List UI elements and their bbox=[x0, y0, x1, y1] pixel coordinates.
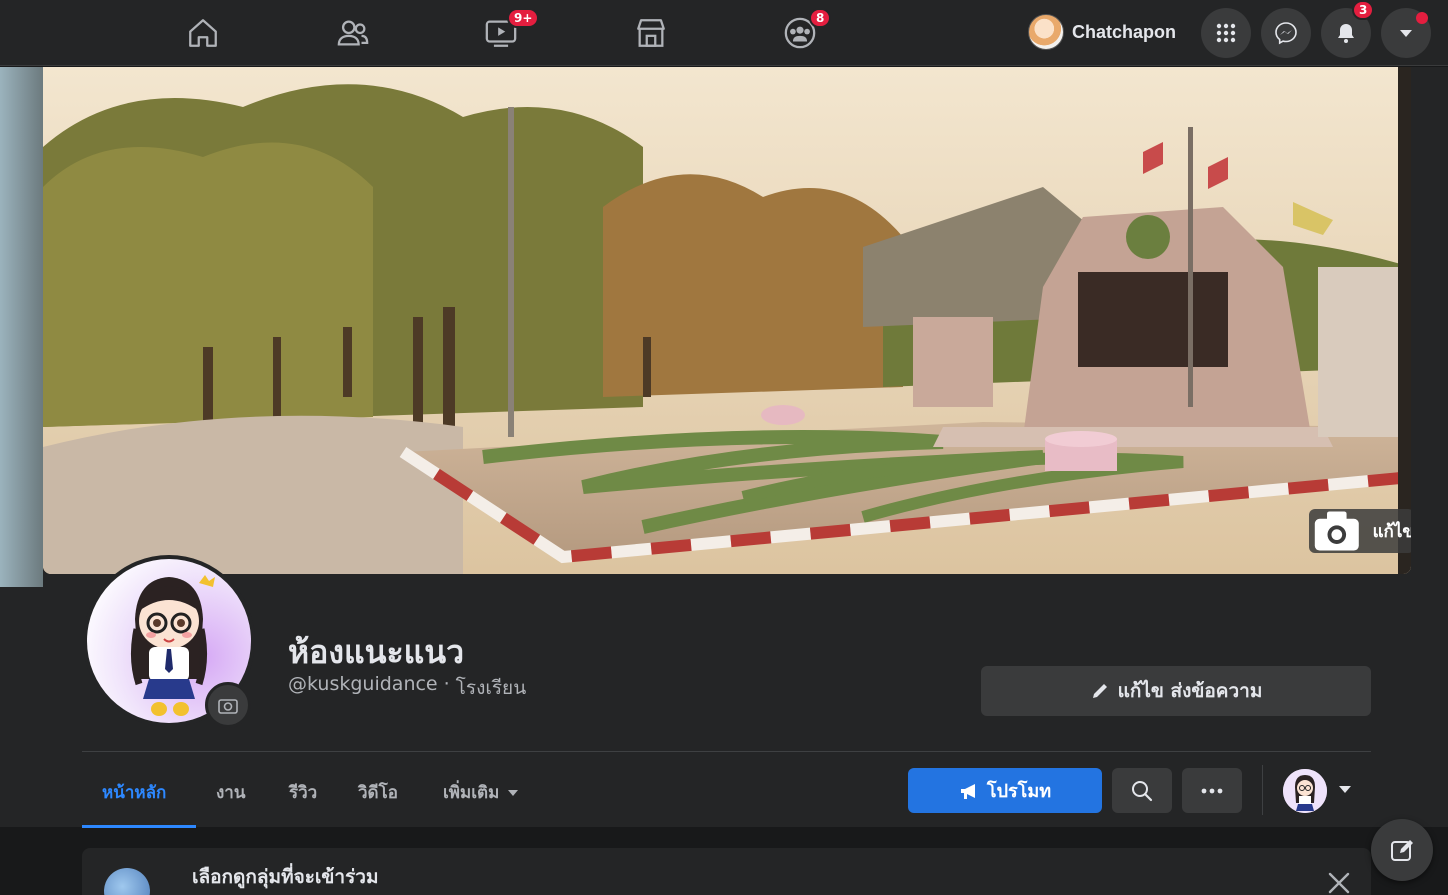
caret-down-icon bbox=[508, 789, 519, 796]
watch-nav-button[interactable] bbox=[446, 8, 556, 58]
cover-photo[interactable]: แก้ไข bbox=[43, 67, 1411, 574]
page-header: แก้ไข ห้องแนะแนว @kuskguidance · โรงเรีย… bbox=[0, 67, 1448, 828]
header-divider bbox=[82, 751, 1371, 752]
pencil-icon bbox=[1092, 684, 1107, 698]
home-icon bbox=[189, 19, 217, 47]
caret-down-icon[interactable] bbox=[1338, 783, 1352, 795]
notifications-badge: 3 bbox=[1352, 0, 1375, 20]
tab-reviews[interactable]: รีวิว bbox=[289, 779, 317, 806]
switch-profile-avatar[interactable] bbox=[1283, 769, 1327, 813]
bell-icon bbox=[1338, 24, 1354, 43]
watch-badge: 9+ bbox=[507, 8, 540, 28]
tab-home[interactable]: หน้าหลัก bbox=[102, 779, 166, 806]
compose-icon bbox=[1391, 840, 1413, 861]
camera-icon bbox=[1314, 511, 1359, 551]
actions-separator bbox=[1262, 765, 1263, 815]
ellipsis-icon bbox=[1201, 788, 1223, 793]
marketplace-icon bbox=[637, 19, 665, 47]
home-nav-button[interactable] bbox=[148, 8, 258, 58]
messenger-icon bbox=[1275, 22, 1297, 45]
top-navigation-bar: 9+ 8 Chatchapon 3 bbox=[0, 0, 1448, 66]
edit-send-message-button[interactable]: แก้ไข ส่งข้อความ bbox=[981, 666, 1371, 716]
groups-nav-button[interactable] bbox=[745, 8, 855, 58]
edit-profile-picture-button[interactable] bbox=[205, 682, 251, 728]
account-alert-dot bbox=[1416, 12, 1428, 24]
tab-more-label: เพิ่มเติม bbox=[443, 783, 500, 803]
tab-more[interactable]: เพิ่มเติม bbox=[443, 779, 519, 806]
friends-icon bbox=[337, 20, 369, 46]
friends-nav-button[interactable] bbox=[298, 8, 408, 58]
separator: · bbox=[443, 673, 450, 695]
cover-photo-image bbox=[43, 67, 1411, 574]
suggested-groups-card: เลือกดูกลุ่มที่จะเข้าร่วม bbox=[82, 848, 1371, 895]
page-subtitle: @kuskguidance · โรงเรียน bbox=[288, 673, 526, 703]
camera-icon bbox=[218, 699, 238, 714]
tab-videos[interactable]: วิดีโอ bbox=[358, 779, 398, 806]
search-icon bbox=[1132, 780, 1153, 801]
profile-shortcut[interactable]: Chatchapon bbox=[1028, 12, 1186, 52]
edit-cover-button[interactable]: แก้ไข bbox=[1309, 509, 1411, 553]
avatar bbox=[1283, 769, 1327, 813]
user-name: Chatchapon bbox=[1072, 21, 1177, 42]
more-options-button[interactable] bbox=[1182, 768, 1242, 813]
messenger-button[interactable] bbox=[1261, 8, 1311, 58]
tab-jobs[interactable]: งาน bbox=[216, 779, 245, 806]
marketplace-nav-button[interactable] bbox=[596, 8, 706, 58]
page-title: ห้องแนะแนว bbox=[288, 633, 465, 671]
promote-button[interactable]: โปรโมท bbox=[908, 768, 1102, 813]
edit-cover-label: แก้ไข bbox=[1372, 521, 1411, 542]
avatar bbox=[1028, 14, 1064, 50]
grid-menu-icon bbox=[1216, 23, 1236, 43]
menu-button[interactable] bbox=[1201, 8, 1251, 58]
promote-label: โปรโมท bbox=[986, 781, 1052, 802]
edit-send-message-label: แก้ไข ส่งข้อความ bbox=[1117, 680, 1263, 702]
caret-down-icon bbox=[1400, 30, 1412, 37]
page-handle[interactable]: @kuskguidance bbox=[288, 673, 438, 703]
search-page-button[interactable] bbox=[1112, 768, 1172, 813]
close-icon[interactable] bbox=[1324, 868, 1354, 895]
groups-badge: 8 bbox=[809, 8, 832, 28]
active-tab-indicator bbox=[82, 825, 196, 828]
group-avatar bbox=[104, 868, 150, 895]
card-title: เลือกดูกลุ่มที่จะเข้าร่วม bbox=[192, 866, 379, 888]
megaphone-icon bbox=[960, 783, 975, 799]
background-edge bbox=[0, 67, 43, 587]
new-message-button[interactable] bbox=[1371, 819, 1433, 881]
page-category[interactable]: โรงเรียน bbox=[456, 673, 527, 703]
